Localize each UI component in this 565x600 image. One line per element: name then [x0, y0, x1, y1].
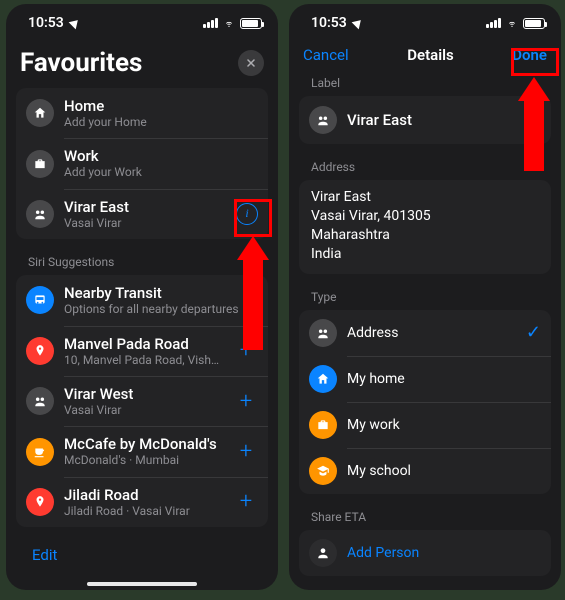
suggestion-row-transit[interactable]: Nearby Transit Options for all nearby de…: [16, 275, 268, 325]
add-person-row[interactable]: Add Person: [299, 530, 551, 576]
add-button[interactable]: +: [234, 389, 258, 414]
siri-suggestions-label: Siri Suggestions: [16, 251, 268, 275]
type-option-home[interactable]: My home: [299, 356, 551, 402]
type-label: My home: [347, 371, 541, 387]
page-title: Favourites: [20, 48, 142, 78]
close-icon: [245, 57, 257, 69]
transit-icon: [26, 286, 54, 314]
check-icon: ✓: [526, 322, 541, 343]
edit-button[interactable]: Edit: [32, 546, 57, 564]
location-arrow-icon: [351, 17, 364, 30]
row-title: Virar West: [64, 385, 224, 403]
row-title: Manvel Pada Road: [64, 335, 224, 353]
status-time: 10:53: [311, 15, 347, 31]
address-card[interactable]: Virar East Vasai Virar, 401305 Maharasht…: [299, 180, 551, 274]
type-option-address[interactable]: Address ✓: [299, 310, 551, 356]
suggestion-row-manvel[interactable]: Manvel Pada Road 10, Manvel Pada Road, V…: [16, 326, 268, 376]
add-button[interactable]: +: [234, 439, 258, 464]
type-label: Address: [347, 325, 516, 341]
row-title: Virar East: [64, 198, 226, 216]
wifi-icon: [222, 18, 236, 28]
row-subtitle: Vasai Virar: [64, 216, 226, 230]
address-section-header: Address: [299, 156, 551, 180]
row-title: McCafe by McDonald's: [64, 435, 224, 453]
share-eta-footnote: Automatically notify another person ever…: [299, 588, 551, 590]
wifi-icon: [505, 18, 519, 28]
row-subtitle: 10, Manvel Pada Road, Vishnu Viha...: [64, 353, 224, 367]
status-time: 10:53: [28, 15, 64, 31]
pin-icon: [26, 387, 54, 415]
person-add-icon: [309, 539, 337, 567]
label-value: Virar East: [347, 111, 412, 129]
cancel-button[interactable]: Cancel: [303, 46, 349, 64]
phone-left-favourites: 10:53 Favourites Home Add your Home: [6, 4, 278, 590]
label-row[interactable]: Virar East: [299, 96, 551, 144]
row-title: Work: [64, 147, 258, 165]
address-line: Maharashtra: [311, 226, 539, 245]
type-option-work[interactable]: My work: [299, 402, 551, 448]
briefcase-icon: [309, 411, 337, 439]
row-subtitle: McDonald's · Mumbai: [64, 453, 224, 467]
label-card: Virar East: [299, 96, 551, 144]
row-subtitle: Add your Work: [64, 165, 258, 179]
type-option-school[interactable]: My school: [299, 448, 551, 494]
battery-icon: [523, 18, 545, 29]
row-subtitle: Vasai Virar: [64, 403, 224, 417]
address-line: India: [311, 245, 539, 264]
add-person-label: Add Person: [347, 545, 541, 561]
info-button[interactable]: i: [236, 203, 258, 225]
favourites-list: Home Add your Home Work Add your Work Vi…: [16, 88, 268, 239]
type-label: My school: [347, 463, 541, 479]
favourite-row-work[interactable]: Work Add your Work: [16, 138, 268, 188]
pin-icon: [309, 106, 337, 134]
pin-icon: [309, 319, 337, 347]
school-icon: [309, 457, 337, 485]
share-eta-card: Add Person: [299, 530, 551, 576]
type-list: Address ✓ My home My work My school: [299, 310, 551, 494]
signal-icon: [486, 18, 501, 28]
address-line: Virar East: [311, 188, 539, 207]
status-bar: 10:53: [289, 4, 561, 42]
row-subtitle: Jiladi Road · Vasai Virar: [64, 504, 224, 518]
row-subtitle: Options for all nearby departures: [64, 302, 258, 316]
page-title: Details: [407, 46, 453, 64]
details-header: Cancel Details Done: [289, 42, 561, 72]
row-title: Home: [64, 97, 258, 115]
pin-icon: [26, 488, 54, 516]
cafe-icon: [26, 438, 54, 466]
location-arrow-icon: [68, 17, 81, 30]
status-bar: 10:53: [6, 4, 278, 42]
briefcase-icon: [26, 150, 54, 178]
row-title: Jiladi Road: [64, 486, 224, 504]
address-line: Vasai Virar, 401305: [311, 207, 539, 226]
pin-icon: [26, 337, 54, 365]
phone-right-details: 10:53 Cancel Details Done Label Virar Ea…: [289, 4, 561, 590]
home-icon: [309, 365, 337, 393]
pin-icon: [26, 200, 54, 228]
home-icon: [26, 99, 54, 127]
battery-icon: [240, 18, 262, 29]
home-indicator[interactable]: [87, 582, 197, 586]
share-eta-section-header: Share ETA: [299, 506, 551, 530]
favourites-header: Favourites: [6, 42, 278, 88]
label-section-header: Label: [299, 72, 551, 96]
signal-icon: [203, 18, 218, 28]
type-label: My work: [347, 417, 541, 433]
close-button[interactable]: [238, 50, 264, 76]
row-title: Nearby Transit: [64, 284, 258, 302]
done-button[interactable]: Done: [512, 46, 547, 64]
row-subtitle: Add your Home: [64, 115, 258, 129]
add-button[interactable]: +: [234, 338, 258, 363]
siri-suggestions-list: Nearby Transit Options for all nearby de…: [16, 275, 268, 527]
favourite-row-virar-east[interactable]: Virar East Vasai Virar i: [16, 189, 268, 239]
suggestion-row-jiladi[interactable]: Jiladi Road Jiladi Road · Vasai Virar +: [16, 477, 268, 527]
favourite-row-home[interactable]: Home Add your Home: [16, 88, 268, 138]
suggestion-row-mccafe[interactable]: McCafe by McDonald's McDonald's · Mumbai…: [16, 426, 268, 476]
suggestion-row-virar-west[interactable]: Virar West Vasai Virar +: [16, 376, 268, 426]
add-button[interactable]: +: [234, 489, 258, 514]
type-section-header: Type: [299, 286, 551, 310]
